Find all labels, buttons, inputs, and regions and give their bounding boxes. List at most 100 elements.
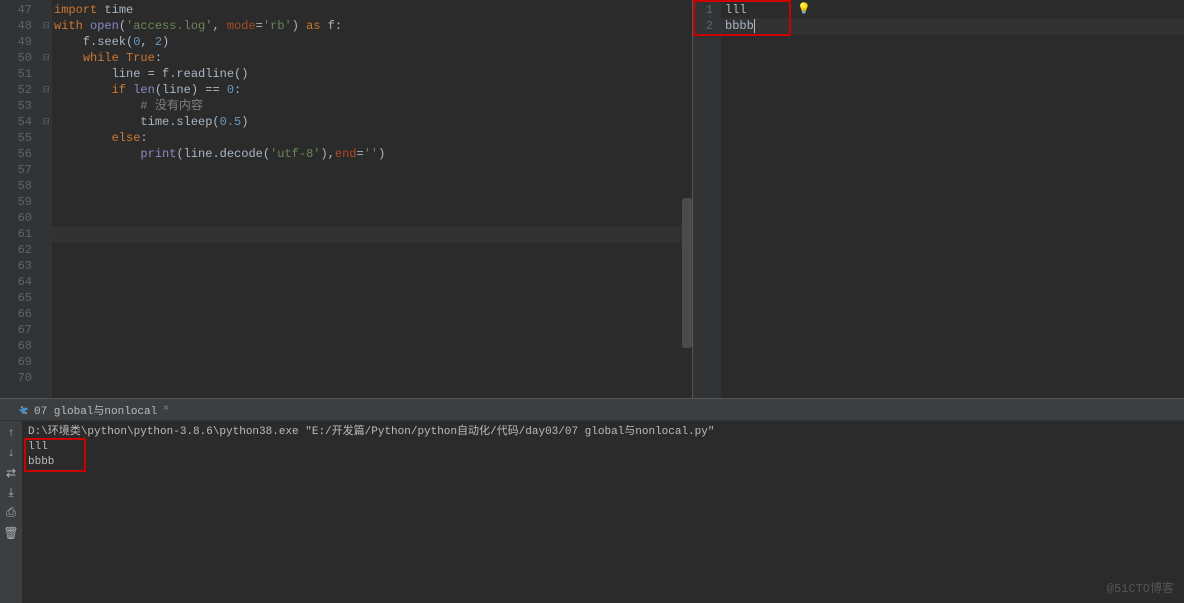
- fold-marker: [40, 66, 52, 82]
- console-line: bbbb: [28, 455, 1178, 470]
- line-number: 68: [0, 338, 32, 354]
- code-line[interactable]: [52, 274, 692, 290]
- fold-marker: [40, 194, 52, 210]
- line-number: 59: [0, 194, 32, 210]
- fold-marker: [40, 210, 52, 226]
- console-toolbar: ↑ ↓ ⇄ ⤓ ⎙ 🗑: [0, 421, 22, 603]
- fold-marker[interactable]: ⊟: [40, 18, 52, 34]
- line-number: 51: [0, 66, 32, 82]
- line-number: 69: [0, 354, 32, 370]
- code-line[interactable]: with open('access.log', mode='rb') as f:: [52, 18, 692, 34]
- fold-marker: [40, 242, 52, 258]
- code-line[interactable]: while True:: [52, 50, 692, 66]
- line-number: 56: [0, 146, 32, 162]
- fold-marker: [40, 162, 52, 178]
- fold-marker: [40, 34, 52, 50]
- fold-marker: [40, 354, 52, 370]
- code-line[interactable]: bbbb: [721, 18, 1184, 34]
- console-line: D:\环境类\python\python-3.8.6\python38.exe …: [28, 425, 1178, 440]
- line-number: 47: [0, 2, 32, 18]
- code-line[interactable]: [52, 306, 692, 322]
- code-line[interactable]: [52, 322, 692, 338]
- code-line[interactable]: lll: [721, 2, 1184, 18]
- line-number: 2: [693, 18, 713, 34]
- code-line[interactable]: # 没有内容: [52, 98, 692, 114]
- trash-icon[interactable]: 🗑: [3, 525, 19, 541]
- text-cursor: [754, 19, 755, 33]
- scroll-end-icon[interactable]: ⤓: [3, 485, 19, 501]
- scrollbar-thumb[interactable]: [682, 198, 692, 348]
- line-number: 64: [0, 274, 32, 290]
- right-editor-pane: 12 💡 lllbbbb: [692, 0, 1184, 398]
- fold-marker: [40, 98, 52, 114]
- fold-marker: [40, 146, 52, 162]
- fold-marker: [40, 322, 52, 338]
- watermark-text: @51CTO博客: [1107, 579, 1174, 596]
- fold-marker: [40, 370, 52, 386]
- line-number-gutter: 12: [693, 0, 721, 398]
- code-line[interactable]: [52, 370, 692, 386]
- line-number: 63: [0, 258, 32, 274]
- console-output[interactable]: D:\环境类\python\python-3.8.6\python38.exe …: [22, 421, 1184, 603]
- line-number-gutter: 4748495051525354555657585960616263646566…: [0, 0, 40, 398]
- line-number: 57: [0, 162, 32, 178]
- line-number: 1: [693, 2, 713, 18]
- line-number: 58: [0, 178, 32, 194]
- run-tab-bar: 07 global与nonlocal ×: [0, 399, 1184, 421]
- code-line[interactable]: [52, 290, 692, 306]
- fold-marker: [40, 258, 52, 274]
- line-number: 53: [0, 98, 32, 114]
- line-number: 55: [0, 130, 32, 146]
- code-line[interactable]: [52, 338, 692, 354]
- code-area[interactable]: import timewith open('access.log', mode=…: [52, 0, 692, 398]
- code-line[interactable]: if len(line) == 0:: [52, 82, 692, 98]
- line-number: 50: [0, 50, 32, 66]
- line-number: 60: [0, 210, 32, 226]
- fold-marker: [40, 178, 52, 194]
- fold-marker: [40, 226, 52, 242]
- code-line[interactable]: [52, 258, 692, 274]
- run-tab-label[interactable]: 07 global与nonlocal: [34, 402, 157, 418]
- line-number: 62: [0, 242, 32, 258]
- run-tool-window: 07 global与nonlocal × ↑ ↓ ⇄ ⤓ ⎙ 🗑 D:\环境类\…: [0, 398, 1184, 602]
- fold-marker: [40, 130, 52, 146]
- fold-marker: [40, 290, 52, 306]
- line-number: 65: [0, 290, 32, 306]
- up-arrow-icon[interactable]: ↑: [3, 425, 19, 441]
- fold-marker[interactable]: ⊟: [40, 50, 52, 66]
- fold-marker[interactable]: ⊟: [40, 82, 52, 98]
- code-line[interactable]: time.sleep(0.5): [52, 114, 692, 130]
- code-line[interactable]: else:: [52, 130, 692, 146]
- lightbulb-icon[interactable]: 💡: [797, 2, 811, 18]
- code-line[interactable]: [52, 194, 692, 210]
- console-body: ↑ ↓ ⇄ ⤓ ⎙ 🗑 D:\环境类\python\python-3.8.6\p…: [0, 421, 1184, 603]
- fold-marker: [40, 2, 52, 18]
- code-line[interactable]: f.seek(0, 2): [52, 34, 692, 50]
- code-line[interactable]: [52, 178, 692, 194]
- console-line: lll: [28, 440, 1178, 455]
- code-line[interactable]: import time: [52, 2, 692, 18]
- code-line[interactable]: [52, 226, 692, 242]
- code-line[interactable]: [52, 162, 692, 178]
- wrap-icon[interactable]: ⇄: [3, 465, 19, 481]
- python-icon: [18, 404, 30, 416]
- line-number: 48: [0, 18, 32, 34]
- fold-gutter: ⊟ ⊟ ⊟ ⊟: [40, 0, 52, 398]
- code-line[interactable]: [52, 210, 692, 226]
- fold-marker: [40, 274, 52, 290]
- code-area[interactable]: 💡 lllbbbb: [721, 0, 1184, 398]
- fold-marker: [40, 306, 52, 322]
- line-number: 61: [0, 226, 32, 242]
- code-line[interactable]: [52, 354, 692, 370]
- line-number: 54: [0, 114, 32, 130]
- code-line[interactable]: line = f.readline(): [52, 66, 692, 82]
- print-icon[interactable]: ⎙: [3, 505, 19, 521]
- line-number: 66: [0, 306, 32, 322]
- code-line[interactable]: [52, 242, 692, 258]
- code-line[interactable]: print(line.decode('utf-8'),end=''): [52, 146, 692, 162]
- close-icon[interactable]: ×: [163, 404, 169, 415]
- line-number: 70: [0, 370, 32, 386]
- editor-split-area: 4748495051525354555657585960616263646566…: [0, 0, 1184, 398]
- down-arrow-icon[interactable]: ↓: [3, 445, 19, 461]
- fold-marker[interactable]: ⊟: [40, 114, 52, 130]
